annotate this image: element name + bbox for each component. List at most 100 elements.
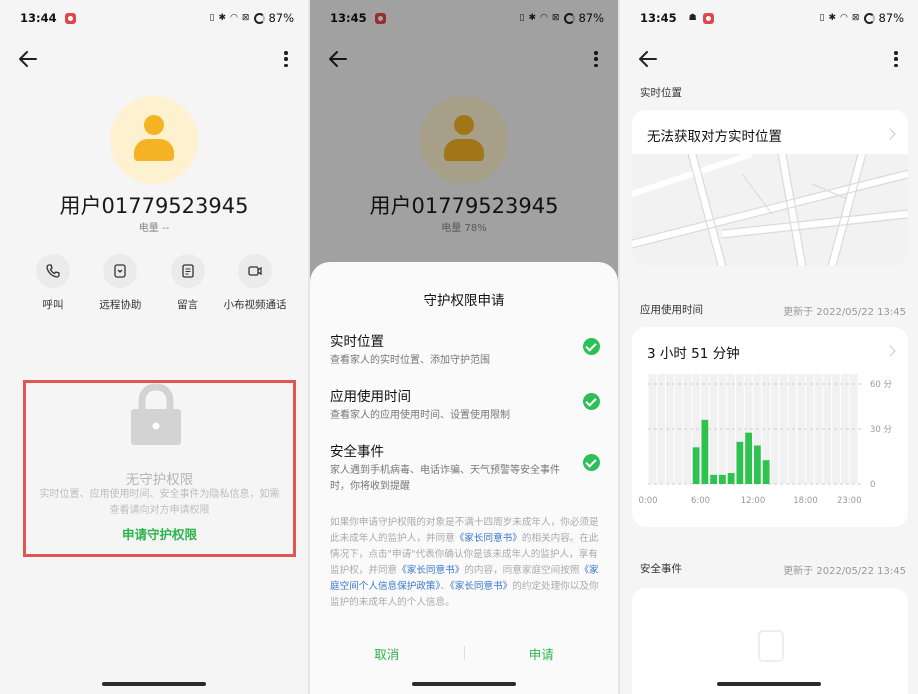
check-icon[interactable] (583, 454, 600, 471)
home-indicator[interactable] (412, 682, 516, 686)
app-notification-icon (702, 12, 714, 24)
x-tick-label: 18:00 (793, 496, 818, 506)
y-tick-label: 0 (870, 480, 875, 490)
app-usage-updated: 更新于 2022/05/22 13:45 (783, 307, 906, 318)
usage-bar (736, 441, 744, 484)
usage-bar (701, 419, 709, 484)
usage-bar (727, 473, 735, 484)
location-card[interactable]: 无法获取对方实时位置 (632, 110, 908, 266)
more-options-icon[interactable] (892, 50, 900, 68)
message-button[interactable]: 留言 (155, 254, 221, 312)
permission-title: 安全事件 (330, 444, 384, 460)
stage: 13:44 ▯ ✱ ◠ ⊠ 87% 用户01779523945 电量 -- 呼叫 (0, 0, 918, 694)
shield-placeholder-icon (758, 630, 784, 662)
cancel-button[interactable]: 取消 (310, 644, 464, 663)
parental-consent-link[interactable]: 《家长同意书》 (450, 581, 512, 592)
back-arrow-icon[interactable] (638, 50, 658, 68)
x-tick-label: 0:00 (638, 496, 657, 506)
battery-percent: 87% (878, 11, 904, 25)
battery-icon (254, 12, 266, 24)
y-tick-label: 60 分 (870, 380, 893, 390)
apply-permission-link[interactable]: 申请守护权限 (26, 524, 293, 543)
permission-desc: 查看家人的应用使用时间、设置使用限制 (330, 410, 510, 421)
sheet-buttons: 取消 申请 (310, 640, 618, 666)
usage-bar (710, 474, 717, 484)
permission-title: 应用使用时间 (330, 389, 411, 405)
screen-guardian-dashboard: 13:45 ☗ ▯ ✱ ◠ ⊠ 87% 实时位置 无法获取对方实时位置 应用使用… (620, 0, 918, 694)
more-options-icon[interactable] (282, 50, 290, 68)
x-tick-label: 12:00 (741, 496, 766, 506)
home-indicator[interactable] (717, 682, 821, 686)
app-usage-card[interactable]: 3 小时 51 分钟 60 分 30 分 0 0:00 6:00 12:00 18:00 23… (632, 327, 908, 527)
vibrate-icon: ▯ (209, 13, 215, 23)
permission-title: 实时位置 (330, 334, 384, 350)
remote-assist-icon (114, 264, 126, 278)
status-time: 13:45 (640, 11, 677, 25)
message-label: 留言 (177, 299, 199, 311)
usage-bar (754, 445, 761, 484)
usage-bar (719, 474, 726, 484)
message-icon (182, 264, 194, 278)
status-time: 13:44 (20, 11, 57, 25)
remote-assist-label: 远程协助 (99, 299, 142, 311)
safety-section-title: 安全事件 (640, 563, 682, 575)
status-bar: 13:45 ☗ ▯ ✱ ◠ ⊠ 87% (620, 0, 918, 36)
notice-text: 的内容，同意家庭空间按照 (464, 565, 580, 576)
x-tick-label: 6:00 (691, 496, 710, 506)
top-bar (0, 42, 308, 76)
no-permission-title: 无守护权限 (125, 472, 194, 488)
phone-icon (46, 264, 60, 278)
wifi-icon: ◠ (840, 13, 848, 23)
y-tick-label: 30 分 (870, 425, 893, 435)
parental-consent-link[interactable]: 《家长同意书》 (397, 565, 464, 576)
map-view[interactable] (632, 151, 908, 266)
usage-bar (745, 432, 752, 484)
permission-item-location[interactable]: 实时位置 查看家人的实时位置、添加守护范围 (330, 330, 600, 369)
check-icon[interactable] (583, 393, 600, 410)
screen-permission-request: 13:45 ▯ ✱ ◠ ⊠ 87% 用户01779523945 电量 78% 守… (310, 0, 618, 694)
map-streets-graphic (632, 151, 908, 266)
username: 用户01779523945 (59, 194, 249, 218)
permission-item-app-usage[interactable]: 应用使用时间 查看家人的应用使用时间、设置使用限制 (330, 385, 600, 424)
permission-request-sheet: 守护权限申请 实时位置 查看家人的实时位置、添加守护范围 应用使用时间 查看家人… (310, 262, 618, 694)
safety-updated: 更新于 2022/05/22 13:45 (783, 566, 906, 577)
remote-assist-button[interactable]: 远程协助 (87, 254, 153, 312)
vibrate-icon: ▯ (819, 13, 825, 23)
back-arrow-icon[interactable] (18, 50, 38, 68)
video-call-button[interactable]: 小布视频通话 (222, 254, 288, 312)
permission-desc: 家人遇到手机病毒、电话诈骗、天气预警等安全事件时，你将收到提醒 (330, 465, 560, 492)
permission-desc: 查看家人的实时位置、添加守护范围 (330, 355, 490, 366)
bluetooth-icon: ✱ (828, 13, 837, 23)
location-message: 无法获取对方实时位置 (647, 129, 782, 145)
battery-percent: 87% (268, 11, 294, 25)
video-call-icon (248, 266, 262, 276)
close-box-icon: ⊠ (241, 13, 250, 23)
app-usage-section-title: 应用使用时间 (640, 304, 703, 316)
usage-bar (692, 447, 700, 484)
no-permission-panel: 无守护权限 实时位置、应用使用时间、安全事件为隐私信息，如需查看请向对方申请权限… (23, 380, 296, 557)
call-button[interactable]: 呼叫 (20, 254, 86, 312)
app-notification-icon (64, 12, 76, 24)
home-indicator[interactable] (102, 682, 206, 686)
sheet-title: 守护权限申请 (423, 293, 505, 309)
apply-button[interactable]: 申请 (465, 644, 619, 663)
legal-notice: 如果你申请守护权限的对象是不满十四周岁未成年人，你必须是此未成年人的监护人，并同… (330, 515, 600, 611)
parental-consent-link[interactable]: 《家长同意书》 (455, 533, 522, 544)
top-bar (620, 42, 918, 76)
usage-bar (762, 460, 770, 484)
lock-icon (131, 383, 181, 445)
permission-item-safety-events[interactable]: 安全事件 家人遇到手机病毒、电话诈骗、天气预警等安全事件时，你将收到提醒 (330, 440, 600, 495)
status-bar: 13:44 ▯ ✱ ◠ ⊠ 87% (0, 0, 308, 36)
wifi-icon: ◠ (230, 13, 238, 23)
action-row: 呼叫 远程协助 留言 小布视频通话 (20, 254, 288, 312)
notification-icon: ☗ (688, 13, 697, 23)
close-box-icon: ⊠ (851, 13, 860, 23)
chevron-right-icon[interactable] (884, 128, 896, 140)
location-section-title: 实时位置 (640, 87, 682, 99)
check-icon[interactable] (583, 338, 600, 355)
video-call-label: 小布视频通话 (223, 299, 287, 311)
battery-icon (864, 12, 876, 24)
notice-text: 、 (440, 581, 450, 592)
safety-events-card[interactable] (632, 588, 908, 694)
bluetooth-icon: ✱ (218, 13, 227, 23)
